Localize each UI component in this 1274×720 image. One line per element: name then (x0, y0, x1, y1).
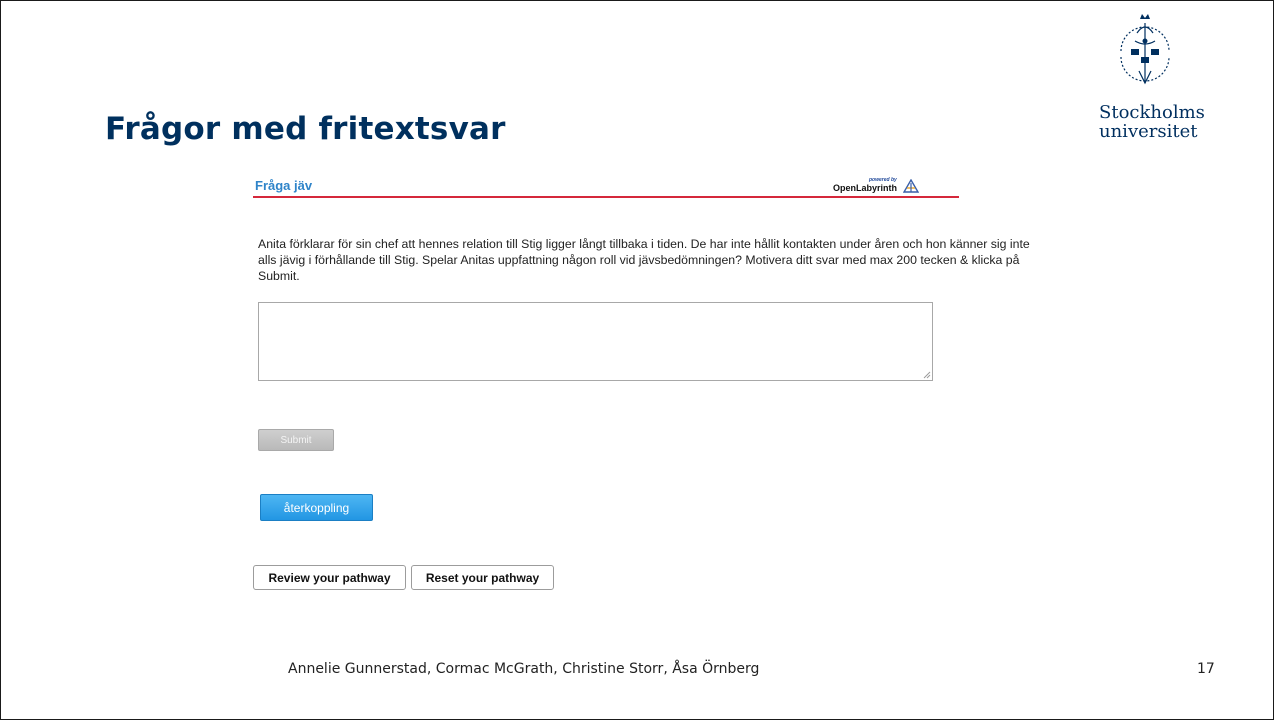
openlabyrinth-brand-name: OpenLabyrinth (833, 183, 898, 193)
university-seal-icon (1120, 14, 1170, 85)
labyrinth-icon (903, 179, 919, 193)
slide-number: 17 (1197, 661, 1215, 677)
slide-title: Frågor med fritextsvar (105, 111, 506, 147)
logo-line-2: universitet (1099, 121, 1198, 142)
review-pathway-button[interactable]: Review your pathway (253, 565, 406, 590)
node-title: Fråga jäv (255, 178, 313, 193)
presentation-slide: Frågor med fritextsvar Stockholms univer… (0, 0, 1274, 720)
answer-textarea[interactable] (258, 302, 933, 381)
stockholm-university-logo: Stockholms universitet (1099, 11, 1249, 151)
openlabyrinth-node-header: Fråga jäv powered by OpenLabyrinth (253, 176, 959, 198)
footer-authors: Annelie Gunnerstad, Cormac McGrath, Chri… (288, 661, 760, 677)
logo-line-1: Stockholms (1099, 102, 1205, 123)
question-text: Anita förklarar för sin chef att hennes … (258, 237, 1030, 283)
reset-pathway-button[interactable]: Reset your pathway (411, 565, 554, 590)
logo-wordmark: Stockholms universitet (1099, 103, 1249, 141)
resize-grip-icon[interactable] (923, 371, 931, 379)
submit-button[interactable]: Submit (258, 429, 334, 451)
openlabyrinth-logo: powered by OpenLabyrinth (831, 177, 931, 195)
feedback-button[interactable]: återkoppling (260, 494, 373, 521)
